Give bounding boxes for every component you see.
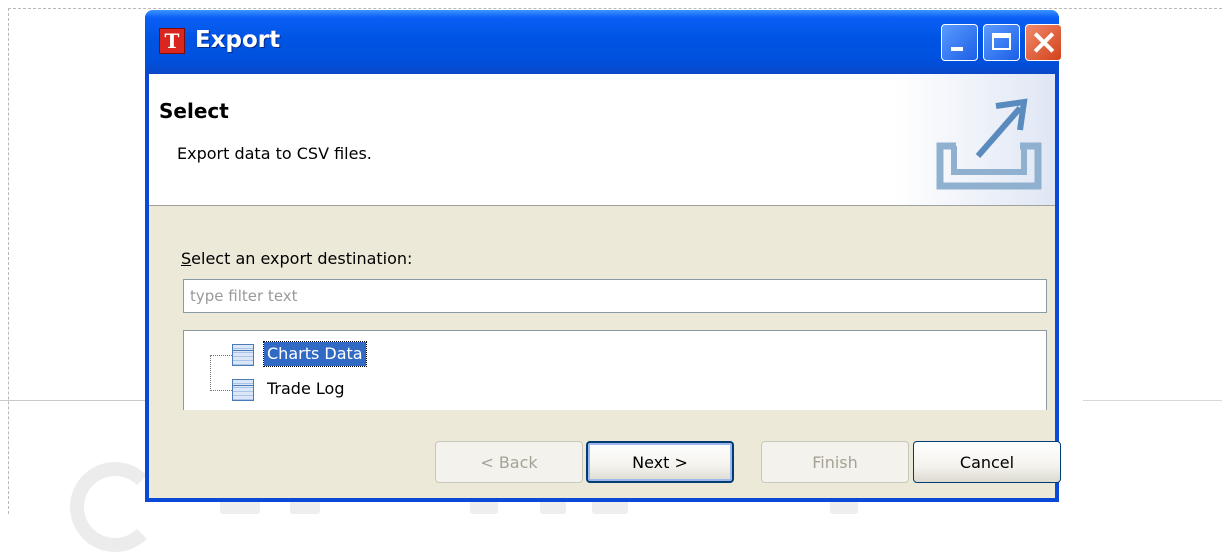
dialog-client-area: Select Export data to CSV files. Select … bbox=[149, 74, 1061, 498]
minimize-button[interactable] bbox=[941, 24, 978, 61]
next-button[interactable]: Next > bbox=[586, 441, 734, 483]
ghost-shape bbox=[220, 500, 260, 514]
tree-item-label: Trade Log bbox=[267, 379, 345, 398]
page-break-line bbox=[1083, 400, 1222, 401]
back-button[interactable]: < Back bbox=[435, 441, 583, 483]
ghost-shape bbox=[830, 500, 858, 514]
export-dialog: T Export Select Export data to CSV files… bbox=[145, 10, 1062, 502]
ghost-shape bbox=[592, 500, 628, 514]
export-arrow-icon bbox=[936, 98, 1042, 190]
close-button[interactable] bbox=[1025, 24, 1062, 61]
destination-tree[interactable]: Charts Data Trade Log bbox=[183, 330, 1047, 410]
ghost-shape bbox=[470, 500, 498, 514]
page-description: Export data to CSV files. bbox=[177, 144, 372, 163]
ghost-shape bbox=[290, 500, 320, 514]
destination-label: Select an export destination: bbox=[181, 249, 413, 268]
maximize-button[interactable] bbox=[983, 24, 1020, 61]
table-icon bbox=[232, 344, 254, 366]
finish-button[interactable]: Finish bbox=[761, 441, 909, 483]
wizard-banner: Select Export data to CSV files. bbox=[149, 74, 1055, 206]
tree-item-label: Charts Data bbox=[263, 341, 367, 367]
table-icon bbox=[232, 379, 254, 401]
title-bar[interactable]: T Export bbox=[145, 10, 1062, 74]
cancel-button[interactable]: Cancel bbox=[913, 441, 1061, 483]
tree-item-trade-log[interactable]: Trade Log bbox=[184, 376, 584, 404]
filter-input[interactable] bbox=[183, 279, 1047, 313]
page-title: Select bbox=[159, 99, 229, 123]
tree-item-charts-data[interactable]: Charts Data bbox=[184, 341, 584, 369]
page-break-line bbox=[0, 400, 145, 401]
ghost-shape bbox=[540, 500, 566, 514]
window-title: Export bbox=[195, 27, 281, 53]
app-icon: T bbox=[159, 28, 185, 54]
